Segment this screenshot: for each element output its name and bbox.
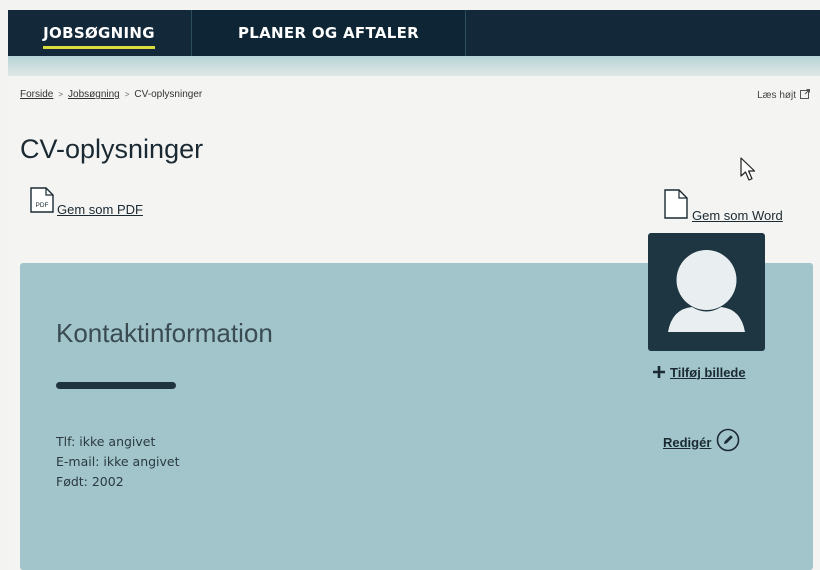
external-link-icon bbox=[800, 89, 810, 102]
tab-jobsogning-label: JOBSØGNING bbox=[43, 24, 155, 49]
contact-details: Tlf: ikke angivet E-mail: ikke angivet F… bbox=[56, 432, 180, 492]
email-value: E-mail: ikke angivet bbox=[56, 454, 180, 469]
contact-info-title: Kontaktinformation bbox=[56, 318, 273, 348]
tab-planer-og-aftaler[interactable]: PLANER OG AFTALER bbox=[191, 10, 466, 56]
pdf-file-icon: PDF bbox=[30, 187, 54, 217]
save-as-word-link[interactable]: Gem som Word bbox=[664, 189, 783, 223]
section-divider bbox=[56, 382, 176, 389]
tab-planer-og-aftaler-label: PLANER OG AFTALER bbox=[237, 24, 419, 42]
user-silhouette-icon bbox=[648, 250, 765, 355]
save-as-word-label: Gem som Word bbox=[692, 208, 783, 223]
breadcrumb-separator: > bbox=[58, 90, 64, 99]
pencil-circle-icon bbox=[716, 428, 740, 456]
top-navigation: JOBSØGNING PLANER OG AFTALER bbox=[8, 10, 820, 56]
tab-jobsogning[interactable]: JOBSØGNING bbox=[8, 10, 190, 56]
breadcrumb: Forside > Jobsøgning > CV-oplysninger bbox=[20, 89, 202, 100]
breadcrumb-current: CV-oplysninger bbox=[134, 89, 203, 100]
phone-value: Tlf: ikke angivet bbox=[56, 434, 156, 449]
breadcrumb-jobsogning[interactable]: Jobsøgning bbox=[68, 89, 120, 100]
page-title: CV-oplysninger bbox=[20, 134, 204, 164]
add-photo-label: Tilføj billede bbox=[670, 364, 746, 380]
plus-icon bbox=[652, 364, 666, 380]
header-band bbox=[8, 56, 820, 76]
save-as-pdf-label: Gem som PDF bbox=[57, 202, 143, 217]
edit-label: Redigér bbox=[663, 434, 712, 450]
avatar bbox=[648, 233, 765, 351]
add-photo-button[interactable]: Tilføj billede bbox=[652, 364, 746, 380]
edit-contact-button[interactable]: Redigér bbox=[663, 428, 740, 456]
birth-year-value: Født: 2002 bbox=[56, 474, 124, 489]
read-aloud-link[interactable]: Læs højt bbox=[757, 89, 810, 102]
breadcrumb-forside[interactable]: Forside bbox=[20, 89, 53, 100]
mouse-pointer-icon bbox=[740, 157, 758, 187]
read-aloud-label: Læs højt bbox=[757, 90, 796, 101]
breadcrumb-separator: > bbox=[124, 90, 130, 99]
document-icon bbox=[664, 189, 688, 223]
save-as-pdf-link[interactable]: PDF Gem som PDF bbox=[30, 187, 143, 217]
pdf-icon-text: PDF bbox=[36, 202, 49, 209]
